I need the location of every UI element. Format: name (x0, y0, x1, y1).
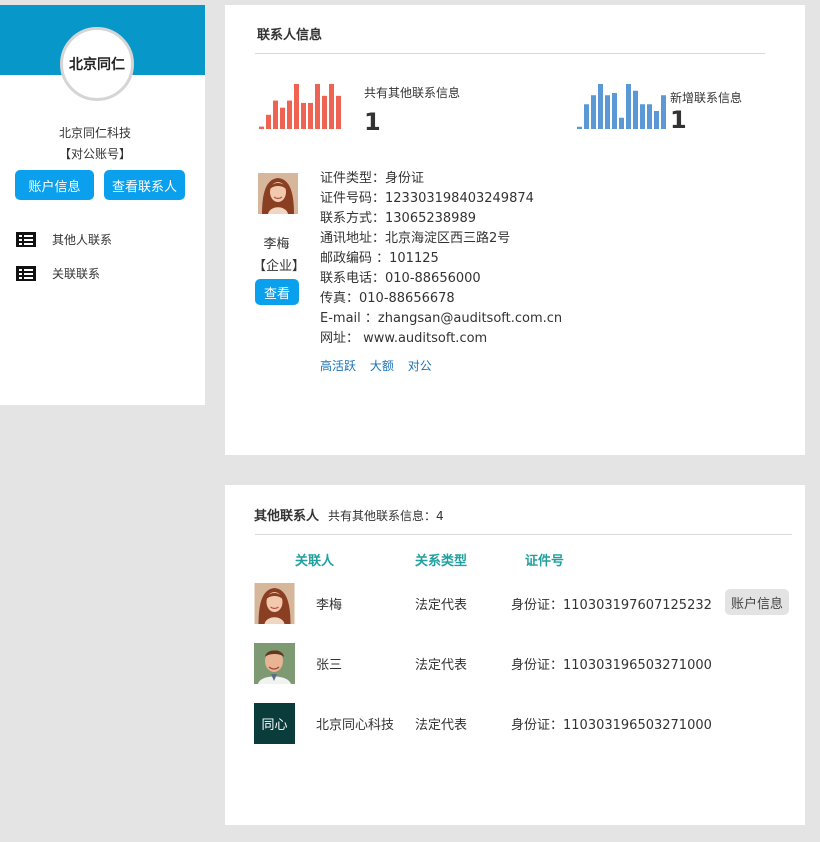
detail-id-number: 证件号码：123303198403249874 (320, 191, 534, 206)
stat-label: 共有其他联系信息 (364, 86, 461, 100)
view-person-button[interactable]: 查看 (255, 279, 299, 305)
row-id: 身份证：110303196503271000 (511, 718, 712, 733)
sparkline-bar (584, 104, 589, 129)
row-id: 身份证：110303197607125232 (511, 598, 712, 613)
sidebar-item-other-contacts[interactable]: 其他人联系 (16, 229, 112, 249)
company-logo: 同心 (254, 703, 295, 744)
company-logo-text: 同心 (261, 718, 288, 733)
sparkline-bar (591, 95, 596, 129)
person-photo (254, 643, 295, 684)
row-relation: 法定代表 (415, 718, 468, 733)
sparkline-bar (633, 90, 638, 129)
list-icon (16, 265, 36, 281)
divider (255, 53, 765, 54)
other-contacts-card: 其他联系人 共有其他联系信息：4 关联人 关系类型 证件号 李梅 法定代表 身份… (225, 485, 805, 825)
sparkline-bar (626, 84, 631, 129)
stat-value: 1 (364, 108, 381, 136)
column-header-id: 证件号 (525, 554, 565, 569)
account-type: 【对公账号】 (58, 147, 131, 161)
row-name: 北京同心科技 (316, 718, 395, 733)
tag-link[interactable]: 大额 (370, 359, 394, 373)
row-account-info-button[interactable]: 账户信息 (725, 589, 789, 615)
list-icon (16, 231, 36, 247)
detail-address: 通讯地址：北京海淀区西三路2号 (320, 231, 511, 246)
sparkline-bar (661, 95, 666, 129)
sparkline-bar (280, 107, 285, 129)
row-name: 李梅 (316, 598, 343, 613)
tag-link[interactable]: 高活跃 (320, 359, 356, 373)
row-relation: 法定代表 (415, 598, 468, 613)
company-avatar: 北京同仁 (60, 27, 134, 101)
sparkline-bar (287, 100, 292, 129)
sidebar-item-label: 其他人联系 (52, 232, 113, 247)
stat-label: 新增联系信息 (670, 91, 743, 105)
column-header-relation: 关系类型 (415, 554, 468, 569)
sparkline-bar (329, 84, 334, 129)
sparkline-bar (654, 111, 659, 129)
company-avatar-text: 北京同仁 (69, 57, 125, 73)
account-info-button[interactable]: 账户信息 (15, 170, 94, 200)
detail-contact: 联系方式：13065238989 (320, 211, 476, 226)
detail-website: 网址： www.auditsoft.com (320, 331, 488, 346)
tag-link[interactable]: 对公 (408, 359, 432, 373)
person-tags: 高活跃 大额 对公 (320, 357, 442, 374)
table-row: 张三 法定代表 身份证：110303196503271000 (225, 643, 805, 684)
sidebar-item-related-contacts[interactable]: 关联联系 (16, 263, 100, 283)
sparkline-bar (301, 102, 306, 129)
person-name: 李梅 (263, 237, 290, 252)
sparkline-bar (612, 93, 617, 129)
sparkline-bar (336, 95, 341, 129)
sparkline-bar (259, 126, 264, 129)
sparkline-bar (266, 114, 271, 129)
contact-info-title: 联系人信息 (257, 28, 323, 43)
sparkline-bar (577, 126, 582, 129)
row-name: 张三 (316, 658, 343, 673)
sparkline-bar (308, 102, 313, 129)
person-details: 证件类型：身份证 证件号码：123303198403249874 联系方式：13… (320, 169, 562, 349)
detail-postcode: 邮政编码 ：101125 (320, 251, 439, 266)
row-relation: 法定代表 (415, 658, 468, 673)
sparkline-bar (647, 104, 652, 129)
column-header-person: 关联人 (295, 554, 335, 569)
sparkline-bar (294, 84, 299, 129)
sparkline-bar (640, 104, 645, 129)
sparkline-bar (605, 95, 610, 129)
divider (255, 534, 792, 535)
contact-info-card: 联系人信息 共有其他联系信息 1 新增联系信息 1 李梅 【企业】 查看 证件类… (225, 5, 805, 455)
row-id: 身份证：110303196503271000 (511, 658, 712, 673)
sparkline-bar (619, 117, 624, 129)
detail-email: E-mail ：zhangsan@auditsoft.com.cn (320, 311, 563, 326)
sparkline-bar (273, 100, 278, 129)
detail-id-type: 证件类型：身份证 (320, 171, 425, 186)
view-contacts-button[interactable]: 查看联系人 (104, 170, 185, 200)
detail-phone: 联系电话：010-88656000 (320, 271, 481, 286)
detail-fax: 传真：010-88656678 (320, 291, 455, 306)
sparkline-bar (322, 95, 327, 129)
sparkline-chart (259, 84, 341, 129)
table-row: 同心 北京同心科技 法定代表 身份证：110303196503271000 (225, 703, 805, 744)
other-contacts-count: 共有其他联系信息：4 (328, 509, 444, 523)
stat-value: 1 (670, 106, 687, 134)
person-photo (254, 583, 295, 624)
company-name: 北京同仁科技 (58, 126, 131, 140)
person-type: 【企业】 (253, 259, 306, 274)
table-row: 李梅 法定代表 身份证：110303197607125232 账户信息 (225, 583, 805, 624)
sparkline-bar (315, 84, 320, 129)
person-photo (258, 173, 298, 214)
sidebar-item-label: 关联联系 (52, 266, 101, 281)
sparkline-bar (598, 84, 603, 129)
profile-card: 北京同仁 北京同仁科技 【对公账号】 账户信息 查看联系人 其他人联系 关联联系 (0, 5, 205, 405)
other-contacts-title: 其他联系人 (254, 509, 320, 524)
sparkline-chart (577, 84, 666, 129)
